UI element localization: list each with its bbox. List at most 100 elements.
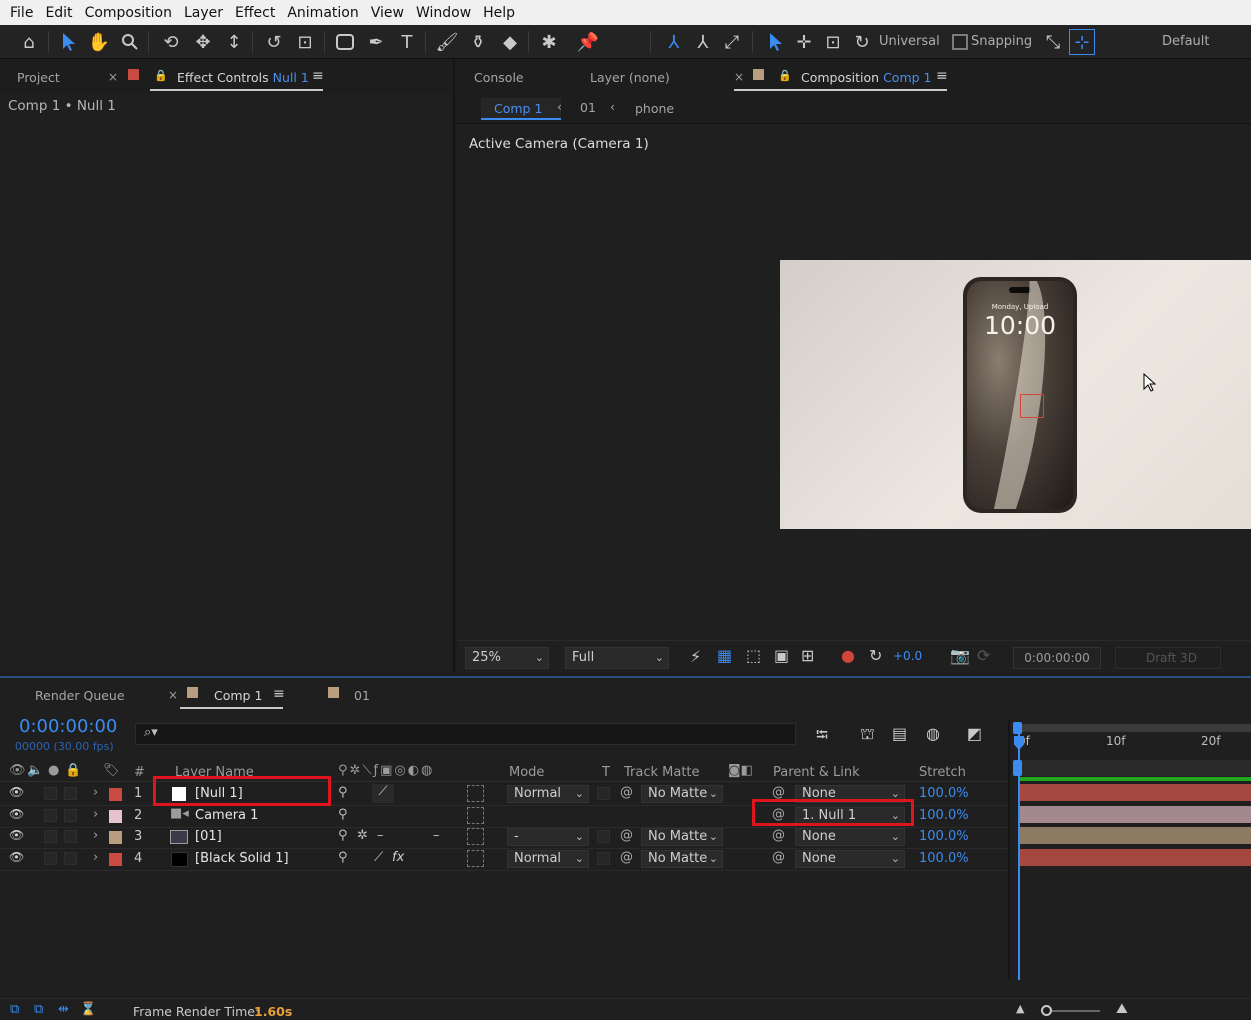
lock-column-icon[interactable]: 🔒 <box>65 763 81 778</box>
fx-switch-icon[interactable]: fx <box>392 850 404 865</box>
flow-comp1[interactable]: Comp 1 <box>494 101 542 116</box>
lock-box[interactable] <box>64 851 77 865</box>
view-axis-icon[interactable]: ⤢ <box>719 29 745 55</box>
menu-effect[interactable]: Effect <box>229 5 281 21</box>
quality-switch-icon[interactable]: ⟋ <box>372 784 394 803</box>
preserve-transparency-box[interactable] <box>597 830 610 843</box>
blend-mode-select[interactable]: Normal ⌄ <box>507 849 589 868</box>
lock-icon[interactable]: 🔒 <box>778 69 792 82</box>
eye-icon[interactable]: 👁 <box>9 828 24 842</box>
layer-duration-bar[interactable] <box>1020 784 1251 801</box>
orbit-tool-icon[interactable]: ⟲ <box>158 29 184 55</box>
video-toggle-icon[interactable]: 👁 <box>9 763 26 778</box>
scale-icon[interactable]: ⊡ <box>820 29 846 55</box>
universal-select-icon[interactable] <box>763 29 789 55</box>
matte-pickwhip-icon[interactable]: @ <box>620 850 633 865</box>
fast-preview-icon[interactable]: ⚡ <box>690 647 701 666</box>
clone-stamp-icon[interactable]: ⚱ <box>465 29 491 55</box>
menu-help[interactable]: Help <box>477 5 521 21</box>
quality-switch-icon[interactable]: – <box>377 828 384 843</box>
layer-search-input[interactable]: ⌕▾ <box>135 723 796 745</box>
workspace-label[interactable]: Default <box>1162 34 1210 49</box>
comp-canvas[interactable]: Monday, Upload 10:00 <box>780 260 1251 529</box>
dolly-tool-icon[interactable]: ↕ <box>221 29 247 55</box>
local-axis-icon[interactable]: ⅄ <box>661 29 687 55</box>
lock-box[interactable] <box>64 808 77 822</box>
tab-comp1[interactable]: Comp 1 <box>214 688 262 703</box>
solo-box[interactable] <box>44 808 57 822</box>
menu-file[interactable]: File <box>4 5 39 21</box>
motion-blur-switch-icon[interactable]: – <box>433 828 440 843</box>
close-icon[interactable]: × <box>168 688 178 702</box>
layer-duration-bar[interactable] <box>1020 827 1251 844</box>
layer-name[interactable]: Camera 1 <box>195 808 258 823</box>
stretch-value[interactable]: 100.0% <box>919 829 969 844</box>
zoom-tool-icon[interactable] <box>117 29 143 55</box>
snap-icon[interactable]: ⤡ <box>1040 29 1066 55</box>
in-out-toggle-icon[interactable]: ⇹ <box>58 1002 69 1017</box>
world-axis-icon[interactable]: ⅄ <box>690 29 716 55</box>
matte-pickwhip-icon[interactable]: @ <box>620 785 633 800</box>
work-area-bar[interactable] <box>1018 724 1251 732</box>
layer-switches-toggle-icon[interactable]: ⧉ <box>34 1002 43 1017</box>
tab-composition[interactable]: Composition Comp 1 <box>801 70 931 85</box>
track-matte-select[interactable]: No Matte ⌄ <box>641 785 723 803</box>
shy-switch-icon[interactable]: ⚲ <box>338 828 348 843</box>
label-color-swatch[interactable] <box>109 788 122 801</box>
parent-pickwhip-icon[interactable]: @ <box>772 785 785 800</box>
preserve-transparency-box[interactable] <box>597 787 610 800</box>
pan-tool-icon[interactable]: ✥ <box>190 29 216 55</box>
pen-tool-icon[interactable]: ✒ <box>363 29 389 55</box>
current-time-field[interactable]: 0:00:00:00 <box>1013 647 1101 669</box>
show-snapshot-icon[interactable]: ⟳ <box>977 646 990 665</box>
mask-path-icon[interactable]: ⬚ <box>746 646 761 665</box>
stretch-value[interactable]: 100.0% <box>919 808 969 823</box>
tab-effect-controls[interactable]: Effect Controls Null 1 <box>177 70 309 85</box>
preserve-transparency-box[interactable] <box>597 851 610 865</box>
label-color-swatch[interactable] <box>109 809 122 823</box>
exposure-value[interactable]: +0.0 <box>893 649 922 663</box>
flow-phone[interactable]: phone <box>635 101 674 116</box>
label-column-icon[interactable]: 🏷 <box>103 763 120 778</box>
shy-switch-icon[interactable]: ⚲ <box>338 850 348 865</box>
blend-mode-select[interactable]: - ⌄ <box>507 828 589 846</box>
expand-chevron-icon[interactable]: › <box>93 828 98 843</box>
tab-render-queue[interactable]: Render Queue <box>35 688 125 703</box>
tab-project[interactable]: Project <box>17 70 60 85</box>
lock-box[interactable] <box>64 787 77 800</box>
solo-box[interactable] <box>44 830 57 843</box>
layer-duration-bar[interactable] <box>1020 848 1251 866</box>
type-tool-icon[interactable]: T <box>394 29 420 55</box>
eraser-icon[interactable]: ◆ <box>497 29 523 55</box>
grid-guides-icon[interactable]: ⊞ <box>801 646 814 665</box>
expand-chevron-icon[interactable]: › <box>93 807 98 822</box>
eye-icon[interactable]: 👁 <box>9 785 24 799</box>
eye-icon[interactable]: 👁 <box>9 850 24 864</box>
3d-layer-switch[interactable] <box>467 806 484 824</box>
parent-select[interactable]: None ⌄ <box>795 828 905 846</box>
layer-row[interactable]: 👁 › 3 [01] ⚲ ✲ – – - ⌄ @ No Matte ⌄ @ None ⌄ 100.0% <box>0 827 1008 848</box>
label-color-swatch[interactable] <box>109 831 122 844</box>
rotate-tool-icon[interactable]: ↺ <box>261 29 287 55</box>
menu-animation[interactable]: Animation <box>281 5 364 21</box>
panel-menu-icon[interactable]: ≡ <box>936 68 948 84</box>
panel-menu-icon[interactable]: ≡ <box>312 68 324 84</box>
close-icon[interactable]: × <box>108 70 118 84</box>
brush-tool-icon[interactable]: 🖌 <box>434 29 460 55</box>
frame-blending-icon[interactable]: ▤ <box>892 724 907 743</box>
graph-editor-icon[interactable]: ◩ <box>967 724 982 743</box>
selection-tool-icon[interactable] <box>56 29 82 55</box>
tab-01[interactable]: 01 <box>354 688 370 703</box>
layer-name[interactable]: [01] <box>195 829 222 844</box>
3d-layer-switch[interactable] <box>467 785 484 802</box>
composition-flowchart-icon[interactable]: ⭾ <box>816 724 828 751</box>
zoom-in-icon[interactable]: ⛰ <box>1116 1001 1128 1017</box>
solo-box[interactable] <box>44 851 57 865</box>
parent-select[interactable]: None ⌄ <box>795 849 905 868</box>
rotate-icon[interactable]: ↻ <box>849 29 875 55</box>
playhead[interactable] <box>1018 734 1020 980</box>
snapshot-icon[interactable]: 📷 <box>950 646 970 665</box>
menu-edit[interactable]: Edit <box>39 5 78 21</box>
render-time-icon[interactable]: ⌛ <box>80 1002 96 1017</box>
lock-icon[interactable]: 🔒 <box>154 69 168 82</box>
